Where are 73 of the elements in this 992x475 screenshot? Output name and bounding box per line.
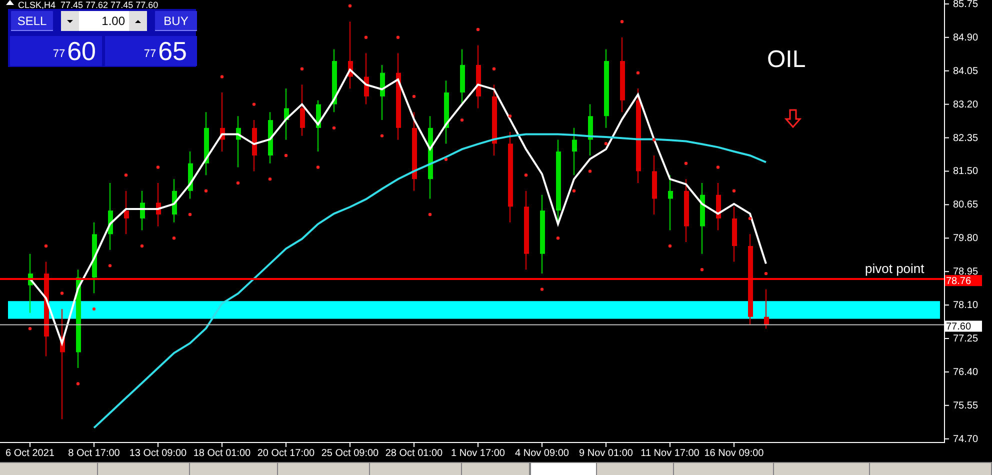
price-axis-label: 78.10 xyxy=(953,300,978,312)
decrease-icon[interactable] xyxy=(61,11,79,31)
chart-tab[interactable] xyxy=(530,463,597,475)
price-axis-label: 82.35 xyxy=(953,132,978,144)
candlestick xyxy=(236,116,241,168)
candlestick xyxy=(252,120,257,172)
candlestick xyxy=(220,92,225,152)
time-axis-label: 6 Oct 2021 xyxy=(6,448,54,459)
price-axis-label: 79.80 xyxy=(953,233,978,244)
candlestick xyxy=(268,112,273,164)
time-axis-label: 20 Oct 17:00 xyxy=(257,448,315,459)
time-axis-label: 25 Oct 09:00 xyxy=(321,448,379,459)
candlestick xyxy=(108,182,113,250)
price-axis-label: 80.65 xyxy=(953,200,978,211)
candlestick xyxy=(732,206,737,262)
candlestick xyxy=(332,48,337,113)
candlestick xyxy=(172,178,177,223)
candlestick xyxy=(572,127,577,176)
candlestick xyxy=(380,64,385,121)
ref-line-label: 78.76 xyxy=(946,276,972,288)
price-tag: 78.76 xyxy=(944,275,982,288)
price-axis-label: 85.75 xyxy=(953,0,978,10)
candlestick xyxy=(716,182,721,231)
candlestick xyxy=(284,88,289,140)
time-axis-label: 16 Nov 09:00 xyxy=(704,448,764,459)
candlestick xyxy=(460,48,465,105)
time-axis-label: 18 Oct 01:00 xyxy=(193,448,251,459)
candlestick xyxy=(316,100,321,152)
candlestick xyxy=(28,253,33,314)
time-axis-label: 11 Nov 17:00 xyxy=(640,448,700,459)
candlestick xyxy=(764,288,769,330)
candlestick xyxy=(364,52,369,105)
sell-price[interactable]: 77 60 xyxy=(10,36,102,66)
candlestick xyxy=(700,182,705,254)
candlestick xyxy=(300,84,305,136)
buy-price[interactable]: 77 65 xyxy=(105,36,197,66)
price-axis-label: 77.25 xyxy=(953,333,978,344)
candlestick xyxy=(348,21,353,90)
candlestick xyxy=(588,104,593,156)
candlestick xyxy=(444,80,449,144)
increase-icon[interactable] xyxy=(129,11,147,31)
price-axis-label: 81.50 xyxy=(953,166,978,178)
sell-button[interactable]: SELL xyxy=(11,11,53,31)
candlestick xyxy=(204,112,209,176)
price-axis-label: 74.70 xyxy=(953,434,978,445)
candlestick xyxy=(156,182,161,227)
candlestick xyxy=(492,84,497,156)
price-axis-label: 84.90 xyxy=(953,32,978,44)
lot-field[interactable]: 1.00 xyxy=(61,11,147,31)
ref-line-label: 77.60 xyxy=(946,322,972,333)
candlestick xyxy=(140,190,145,231)
price-axis-label: 84.05 xyxy=(953,66,978,77)
price-axis-label: 78.95 xyxy=(953,266,978,278)
buy-button[interactable]: BUY xyxy=(155,11,197,31)
chart-title: OIL xyxy=(767,45,806,75)
candlestick xyxy=(188,151,193,200)
time-axis-label: 4 Nov 09:00 xyxy=(515,448,569,459)
time-axis-label: 1 Nov 17:00 xyxy=(451,448,505,459)
candlestick xyxy=(124,190,129,235)
time-axis-label: 28 Oct 01:00 xyxy=(385,448,443,459)
candlestick xyxy=(652,154,657,215)
pivot-label: pivot point xyxy=(865,260,924,278)
candlestick xyxy=(476,44,481,109)
time-axis-label: 13 Oct 09:00 xyxy=(129,448,187,459)
price-axis-label: 75.55 xyxy=(953,400,978,412)
symbol-info: CLSK,H4 77.45 77.62 77.45 77.60 xyxy=(18,0,158,10)
candlestick xyxy=(684,178,689,243)
time-axis-label: 8 Oct 17:00 xyxy=(68,448,120,459)
price-axis-label: 76.40 xyxy=(953,366,978,378)
price-tag: 77.60 xyxy=(944,320,982,333)
price-axis-label: 83.20 xyxy=(953,99,978,110)
candlestick xyxy=(668,174,673,231)
time-axis-label: 9 Nov 01:00 xyxy=(579,448,633,459)
